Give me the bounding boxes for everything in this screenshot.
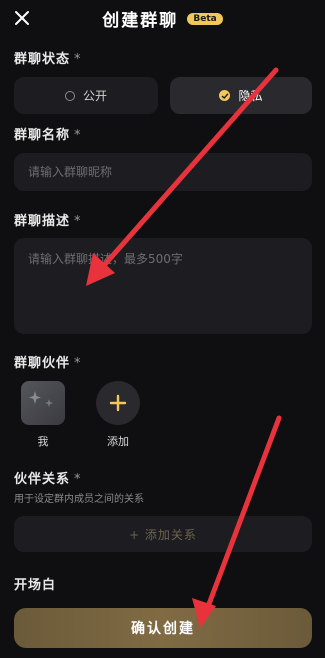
group-description-textarea[interactable]: 请输入群聊描述，最多500字: [14, 238, 312, 334]
add-relation-button[interactable]: + 添加关系: [14, 516, 312, 552]
confirm-create-button[interactable]: 确认创建: [14, 608, 312, 648]
required-mark: *: [74, 356, 82, 371]
status-option-label: 公开: [82, 89, 107, 103]
description-label-text: 群聊描述: [14, 214, 71, 229]
partners-label: 群聊伙伴 *: [14, 352, 82, 371]
description-label: 群聊描述 *: [14, 210, 82, 229]
required-mark: *: [74, 472, 82, 487]
relations-label: 伙伴关系 *: [14, 468, 82, 487]
opening-label: 开场白: [14, 578, 57, 593]
status-option-label: 隐私: [238, 89, 263, 103]
status-label: 群聊状态 *: [14, 48, 82, 67]
name-label-text: 群聊名称: [14, 128, 71, 143]
relations-label-text: 伙伴关系: [14, 472, 71, 487]
partner-caption-me: 我: [37, 435, 49, 448]
required-mark: *: [74, 128, 82, 143]
status-option-public[interactable]: 公开: [14, 77, 158, 114]
required-mark: *: [74, 52, 82, 67]
group-name-input[interactable]: 请输入群聊昵称: [14, 153, 312, 191]
name-label: 群聊名称 *: [14, 124, 82, 143]
sparkle-icon: [29, 391, 53, 407]
title-bar: 创建群聊 Beta: [0, 6, 325, 31]
partner-caption-add: 添加: [107, 435, 129, 448]
relations-subtitle: 用于设定群内成员之间的关系: [14, 494, 144, 505]
status-label-text: 群聊状态: [14, 52, 71, 67]
radio-checked-icon: [219, 90, 231, 101]
header: 创建群聊 Beta: [0, 0, 325, 36]
avatar[interactable]: [21, 381, 65, 425]
add-partner-button[interactable]: [96, 381, 140, 425]
plus-icon: [109, 394, 127, 412]
status-option-private[interactable]: 隐私: [170, 77, 312, 114]
radio-unchecked-icon: [64, 90, 75, 101]
page-title: 创建群聊: [102, 11, 179, 31]
required-mark: *: [74, 214, 82, 229]
beta-badge: Beta: [187, 12, 223, 25]
partners-label-text: 群聊伙伴: [14, 356, 71, 371]
